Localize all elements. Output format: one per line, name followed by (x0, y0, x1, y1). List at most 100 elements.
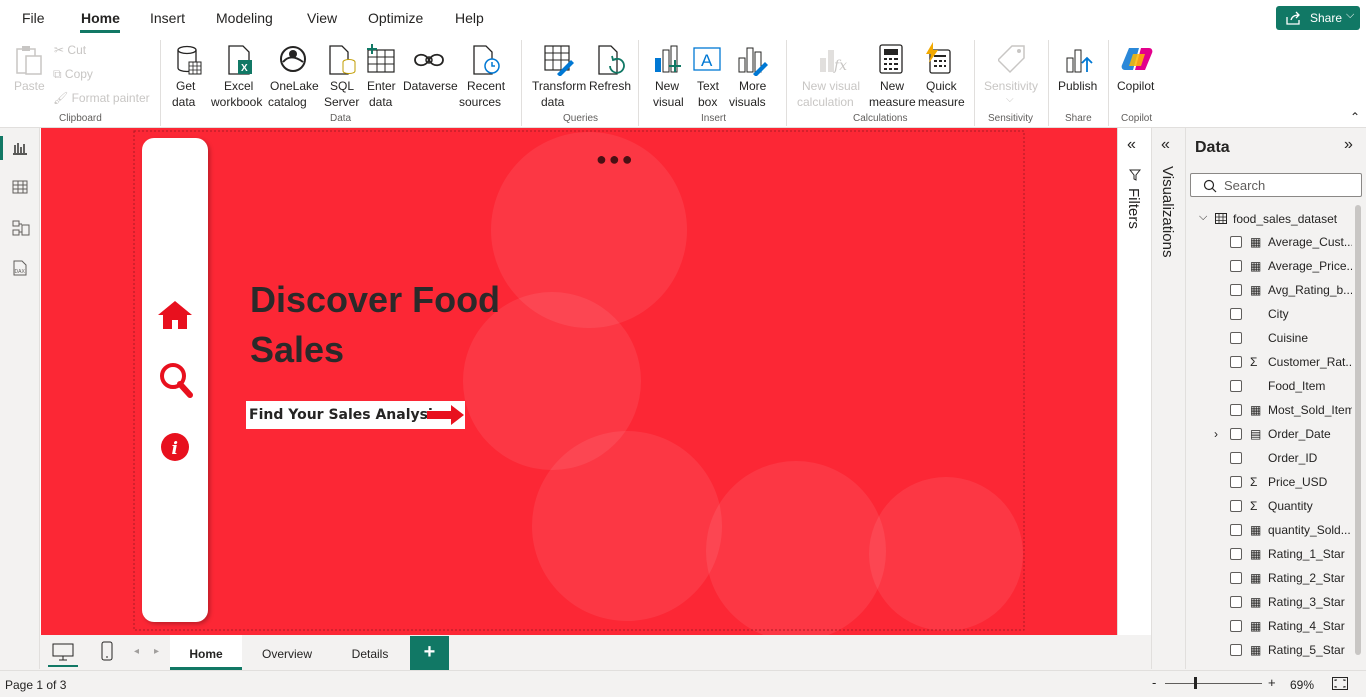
copilot-label: Copilot (1117, 79, 1155, 93)
chevron-down-icon[interactable]: ⌵ (1199, 211, 1207, 224)
field-item[interactable]: ▦ Rating_1_Star (1228, 544, 1358, 566)
svg-text:X: X (241, 63, 248, 74)
text-box-label-2: box (698, 95, 718, 109)
group-sensitivity: Sensitivity (988, 113, 1034, 124)
scroll-right-icon[interactable]: ▸ (154, 646, 159, 657)
dax-query-icon[interactable]: DAX (12, 260, 28, 276)
field-checkbox[interactable] (1230, 596, 1242, 608)
field-checkbox[interactable] (1230, 356, 1242, 368)
menu-modeling[interactable]: Modeling (216, 10, 273, 26)
get-data-label-2: data (172, 95, 196, 109)
zoom-out-button[interactable]: - (1152, 675, 1156, 690)
menu-home[interactable]: Home (81, 10, 120, 26)
calculator-icon: ▦ (1250, 403, 1262, 417)
field-name: City (1268, 307, 1289, 321)
menu-file[interactable]: File (22, 10, 45, 26)
mobile-layout-icon[interactable] (101, 641, 113, 661)
group-queries: Queries (563, 113, 599, 124)
tab-details[interactable]: Details (332, 635, 408, 670)
field-item[interactable]: ▦ Rating_4_Star (1228, 616, 1358, 638)
field-item[interactable]: ▦ Rating_5_Star (1228, 640, 1358, 662)
field-item[interactable]: City (1228, 304, 1358, 326)
collapse-ribbon-icon[interactable]: ⌃ (1350, 110, 1360, 124)
field-checkbox[interactable] (1230, 404, 1242, 416)
visualizations-pane[interactable]: « Visualizations (1151, 128, 1185, 669)
model-view-icon[interactable] (12, 220, 30, 236)
menu-bar: File Home Insert Modeling View Optimize … (0, 0, 1366, 36)
field-checkbox[interactable] (1230, 548, 1242, 560)
sql-label-2: Server (324, 95, 360, 109)
dataset-node[interactable]: ⌵ food_sales_dataset (1199, 211, 1349, 227)
table-view-icon[interactable] (12, 180, 28, 194)
field-item[interactable]: Cuisine (1228, 328, 1358, 350)
format-painter-button[interactable]: 🖌 Format painter (53, 91, 150, 105)
filters-pane[interactable]: « Filters (1117, 128, 1151, 635)
tab-overview[interactable]: Overview (244, 635, 330, 670)
new-visual-label: New (655, 79, 680, 93)
menu-insert[interactable]: Insert (150, 10, 185, 26)
transform-label-2: data (541, 95, 565, 109)
menu-help[interactable]: Help (455, 10, 484, 26)
field-item[interactable]: ▦ Most_Sold_Item (1228, 400, 1358, 422)
field-item[interactable]: ▦ Average_Price... (1228, 256, 1358, 278)
onelake-label-2: catalog (268, 95, 307, 109)
field-item[interactable]: Σ Customer_Rat... (1228, 352, 1358, 374)
zoom-in-button[interactable]: + (1268, 675, 1276, 690)
filters-label: Filters (1125, 188, 1142, 229)
field-item[interactable]: ▦ Rating_3_Star (1228, 592, 1358, 614)
menu-optimize[interactable]: Optimize (368, 10, 423, 26)
field-item[interactable]: Σ Price_USD (1228, 472, 1358, 494)
copy-button[interactable]: ⧉ Copy (53, 67, 93, 82)
search-icon[interactable] (159, 362, 193, 398)
field-item[interactable]: ▦ quantity_Sold... (1228, 520, 1358, 542)
field-checkbox[interactable] (1230, 452, 1242, 464)
bar-chart-add-icon (655, 45, 681, 73)
find-analysis-button[interactable]: Find Your Sales Analysis (246, 401, 465, 429)
field-checkbox[interactable] (1230, 620, 1242, 632)
zoom-slider[interactable] (1165, 683, 1262, 684)
field-checkbox[interactable] (1230, 284, 1242, 296)
menu-view[interactable]: View (307, 10, 337, 26)
collapse-filters-icon[interactable]: « (1127, 136, 1136, 154)
field-item[interactable]: Order_ID (1228, 448, 1358, 470)
excel-label-2: workbook (211, 95, 263, 109)
field-checkbox[interactable] (1230, 332, 1242, 344)
report-view-icon[interactable] (12, 141, 28, 155)
field-checkbox[interactable] (1230, 428, 1242, 440)
fit-to-page-icon[interactable] (1332, 677, 1348, 690)
tab-home[interactable]: Home (170, 635, 242, 670)
desktop-layout-icon[interactable] (52, 643, 74, 661)
svg-text:DAX: DAX (15, 269, 26, 275)
share-button[interactable]: Share ⌵ (1276, 6, 1360, 30)
field-checkbox[interactable] (1230, 260, 1242, 272)
calculator-icon: ▦ (1250, 283, 1262, 297)
field-checkbox[interactable] (1230, 380, 1242, 392)
chevron-right-icon[interactable]: › (1214, 427, 1218, 441)
quick-measure-label: Quick (926, 79, 957, 93)
more-options-icon[interactable]: ●●● (596, 149, 635, 170)
field-checkbox[interactable] (1230, 236, 1242, 248)
field-item[interactable]: Food_Item (1228, 376, 1358, 398)
field-item[interactable]: ▦ Average_Cust... (1228, 232, 1358, 254)
expand-visualizations-icon[interactable]: « (1161, 136, 1170, 154)
zoom-slider-thumb[interactable] (1194, 677, 1197, 689)
field-checkbox[interactable] (1230, 476, 1242, 488)
field-checkbox[interactable] (1230, 644, 1242, 656)
search-input[interactable]: Search (1190, 173, 1362, 197)
field-checkbox[interactable] (1230, 524, 1242, 536)
home-icon[interactable] (157, 299, 193, 331)
field-item[interactable]: ▦ Avg_Rating_b... (1228, 280, 1358, 302)
new-visual-calc-label: New visual (802, 79, 861, 93)
field-item[interactable]: Σ Quantity (1228, 496, 1358, 518)
field-item[interactable]: ▤ Order_Date (1228, 424, 1358, 446)
data-pane-scrollbar[interactable] (1355, 205, 1361, 655)
cut-button[interactable]: ✂ Cut (54, 43, 86, 57)
field-checkbox[interactable] (1230, 572, 1242, 584)
field-item[interactable]: ▦ Rating_2_Star (1228, 568, 1358, 590)
collapse-data-icon[interactable]: » (1344, 136, 1353, 154)
field-checkbox[interactable] (1230, 308, 1242, 320)
add-page-button[interactable]: + (410, 636, 449, 670)
scroll-left-icon[interactable]: ◂ (134, 646, 139, 657)
info-icon[interactable]: i (160, 432, 190, 462)
field-checkbox[interactable] (1230, 500, 1242, 512)
